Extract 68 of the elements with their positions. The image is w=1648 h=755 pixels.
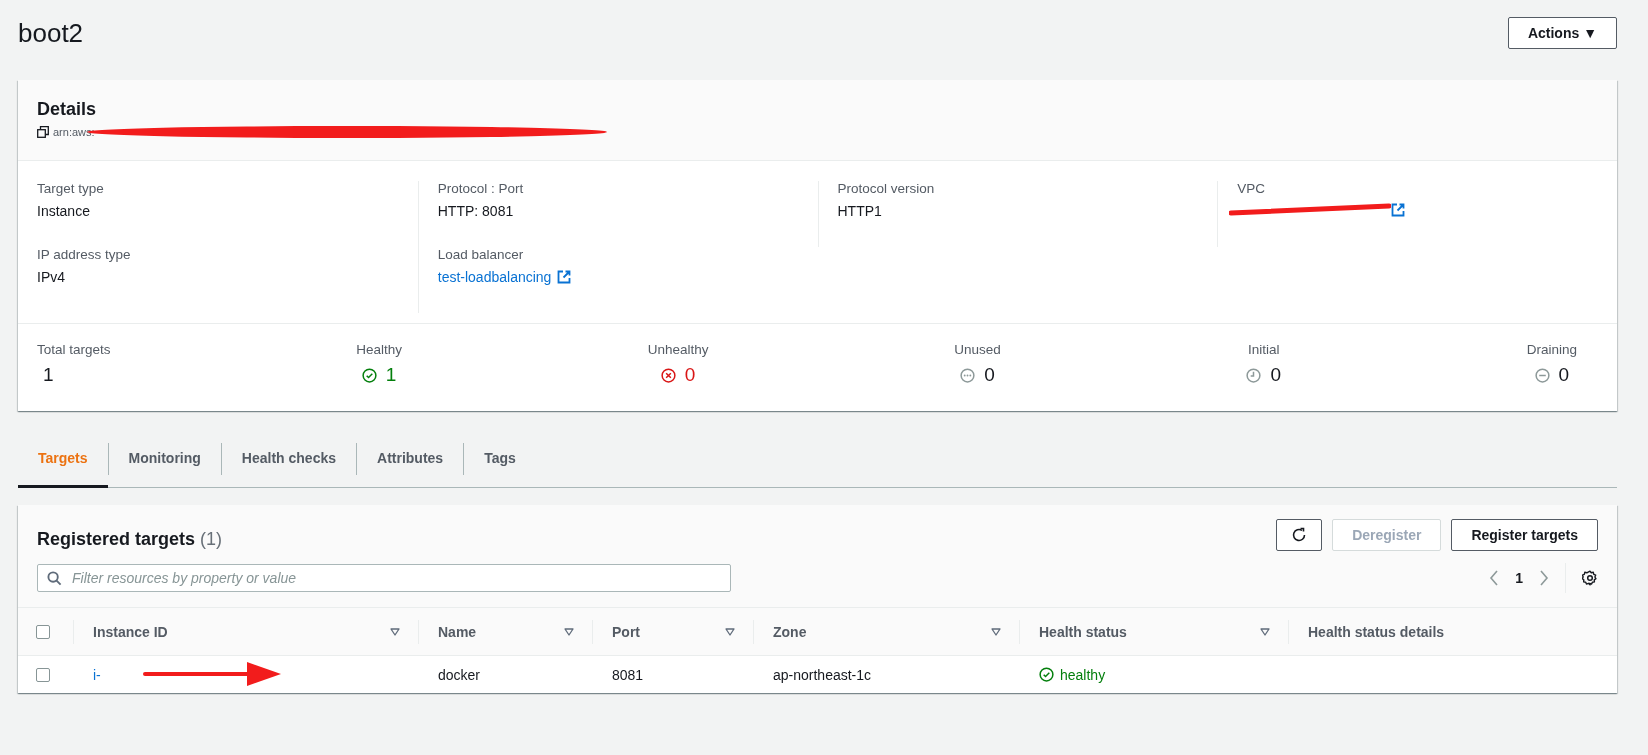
tab[interactable]: Attributes (357, 431, 464, 488)
external-link-icon[interactable] (557, 270, 572, 284)
stat-label: Total targets (37, 342, 111, 357)
field-label: Load balancer (437, 247, 525, 262)
next-page-icon[interactable] (1539, 570, 1549, 586)
tab[interactable]: Monitoring (108, 431, 221, 488)
instance-id-link[interactable]: i- (93, 666, 101, 683)
ellipsis-circle-icon (960, 367, 976, 383)
search-icon (47, 571, 62, 586)
filter-field[interactable]: Filter resources by property or value (37, 564, 731, 592)
row-checkbox[interactable] (36, 667, 50, 682)
clock-icon (1246, 367, 1262, 383)
field-value: HTTP: 8081 (437, 203, 515, 219)
field-label: VPC (1237, 181, 1266, 196)
stat-value: 0 (684, 364, 696, 386)
field-label: Protocol version (837, 181, 936, 196)
tab[interactable]: Health checks (221, 431, 357, 488)
copy-icon[interactable] (37, 126, 49, 138)
field-label: Protocol : Port (437, 181, 525, 196)
column-header[interactable]: Instance ID (93, 623, 168, 640)
column-header[interactable]: Zone (773, 623, 807, 640)
stat-value: 0 (1558, 364, 1570, 386)
action-button[interactable]: Register targets (1451, 519, 1598, 551)
stat-value: 0 (984, 364, 995, 386)
tab[interactable]: Tags (464, 431, 536, 488)
minus-circle-icon (1534, 367, 1550, 383)
column-header[interactable]: Health status (1039, 623, 1127, 640)
external-link-icon[interactable] (1391, 203, 1406, 217)
stat-value: 1 (385, 364, 397, 386)
field-label: IP address type (37, 247, 132, 262)
card-title: Registered targets (1) (37, 529, 224, 550)
check-circle-icon (1039, 667, 1054, 682)
settings-icon[interactable] (1582, 570, 1598, 586)
stat-label: Unhealthy (647, 342, 709, 357)
stat-label: Initial (1247, 342, 1280, 357)
refresh-button[interactable] (1276, 519, 1323, 551)
sort-icon[interactable] (725, 627, 735, 636)
column-header[interactable]: Name (438, 623, 477, 640)
field-value: Instance (37, 203, 91, 219)
select-all-checkbox[interactable] (36, 624, 50, 639)
sort-icon[interactable] (991, 627, 1001, 636)
stat-value: 0 (1270, 364, 1281, 386)
stat-label: Draining (1526, 342, 1577, 357)
field-value: IPv4 (37, 269, 66, 285)
field-label: Target type (37, 181, 105, 196)
page-title: boot2 (18, 17, 84, 49)
health-status: healthy (1060, 666, 1106, 683)
sort-icon[interactable] (1260, 627, 1270, 636)
load-balancer-link[interactable]: test-loadbalancing (437, 269, 552, 285)
sort-icon[interactable] (564, 627, 574, 636)
field-value: HTTP1 (837, 203, 883, 219)
page-number[interactable]: 1 (1515, 570, 1523, 586)
actions-button[interactable]: Actions ▼ (1507, 17, 1617, 49)
stat-label: Healthy (356, 342, 402, 357)
sort-icon[interactable] (390, 627, 400, 636)
error-circle-icon (660, 367, 676, 383)
column-header[interactable]: Health status details (1308, 623, 1445, 640)
arn-text: arn:aws: (53, 126, 95, 138)
stat-value: 1 (43, 364, 54, 386)
column-header[interactable]: Port (612, 623, 640, 640)
check-circle-icon (361, 367, 377, 383)
table-cell-text: docker (437, 665, 482, 685)
table-cell-text: 8081 (611, 665, 645, 685)
table-cell-text: ap-northeast-1c (772, 665, 873, 685)
previous-page-icon[interactable] (1489, 570, 1500, 586)
stat-label: Unused (954, 342, 1001, 357)
refresh-icon (1291, 527, 1308, 543)
card-title: Details (37, 99, 98, 120)
